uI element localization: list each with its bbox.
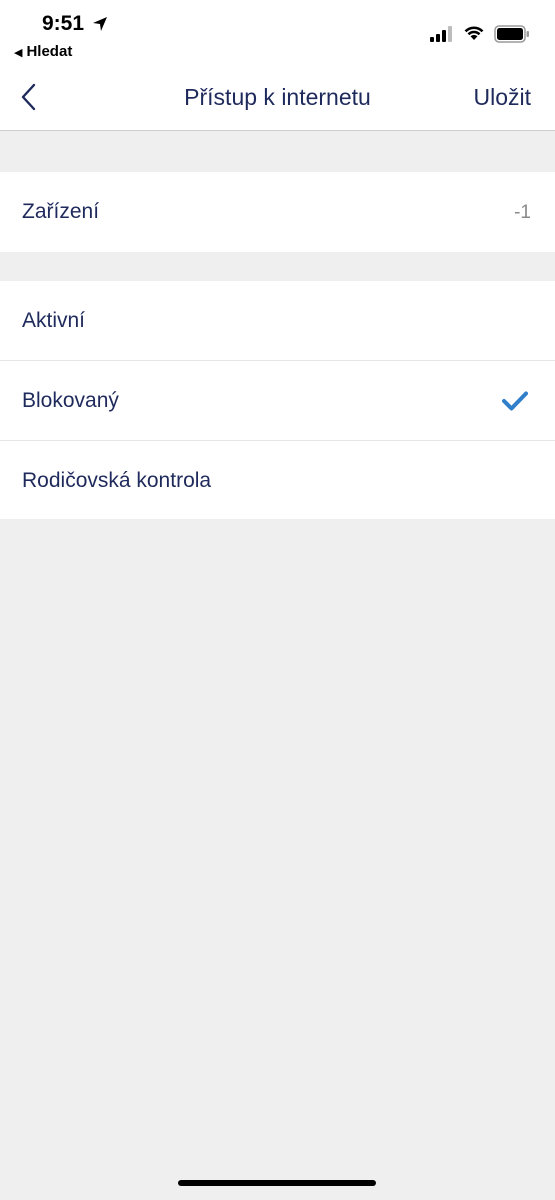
cellular-signal-icon [430, 26, 452, 42]
navigation-bar: Přístup k internetu Uložit [0, 64, 555, 131]
option-label: Blokovaný [22, 389, 119, 412]
wifi-icon [464, 26, 484, 40]
checkmark-icon [502, 391, 528, 411]
device-label: Zařízení [22, 200, 100, 223]
battery-icon [494, 25, 529, 43]
option-label: Aktivní [22, 309, 86, 332]
back-to-app-link[interactable]: ◀ Hledat [14, 43, 72, 60]
access-options-list: Aktivní Blokovaný Rodičovská kontrola [0, 281, 555, 519]
option-label: Rodičovská kontrola [22, 469, 212, 492]
home-indicator[interactable] [178, 1180, 376, 1186]
device-section: Zařízení -1 [0, 172, 555, 252]
page-title: Přístup k internetu [184, 84, 371, 110]
status-bar: 9:51 ◀ Hledat [0, 0, 555, 64]
device-value: -1 [514, 202, 531, 223]
back-triangle-icon: ◀ [14, 47, 23, 59]
back-app-label: Hledat [26, 43, 73, 60]
status-time: 9:51 [42, 12, 85, 35]
option-blocked[interactable]: Blokovaný [0, 361, 555, 441]
device-row[interactable]: Zařízení -1 [0, 172, 555, 251]
option-parental-control[interactable]: Rodičovská kontrola [0, 441, 555, 520]
option-active[interactable]: Aktivní [0, 281, 555, 361]
save-button[interactable]: Uložit [473, 84, 531, 111]
location-arrow-icon [93, 17, 107, 31]
